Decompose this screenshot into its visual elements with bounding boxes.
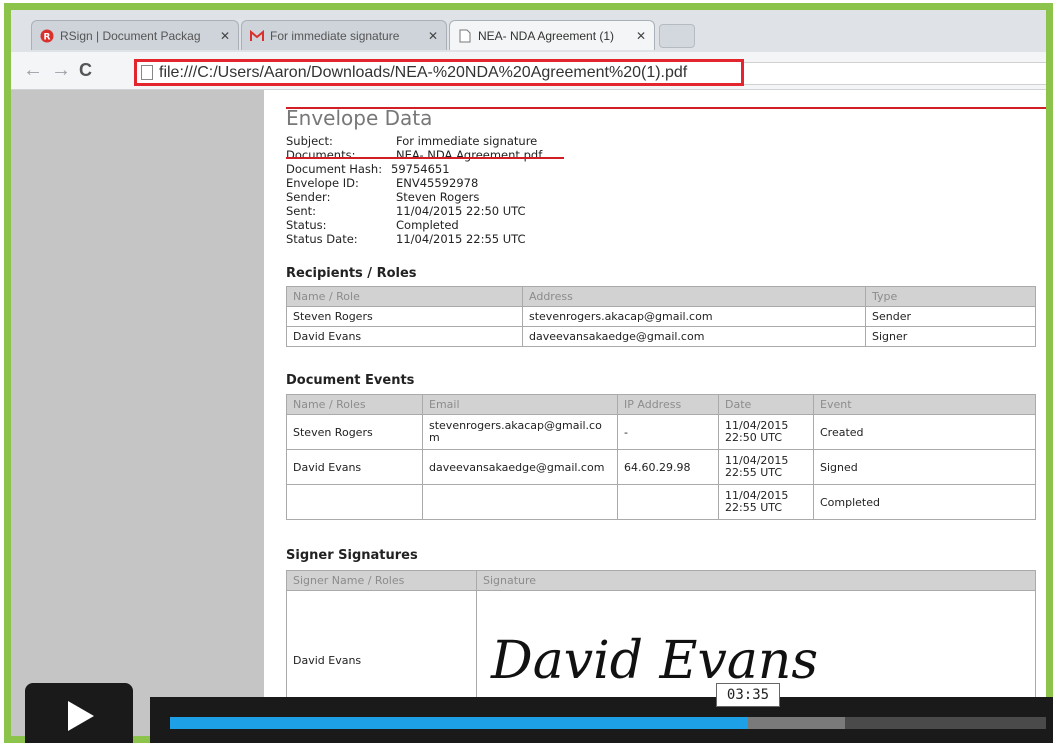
column-header: Type (865, 286, 1036, 307)
gmail-icon (250, 29, 264, 43)
close-icon[interactable]: ✕ (636, 29, 646, 43)
document-icon (458, 29, 472, 43)
table-cell: 11/04/2015 22:55 UTC (718, 484, 814, 520)
tab-pdf[interactable]: NEA- NDA Agreement (1) ✕ (449, 20, 655, 50)
column-header: Name / Roles (286, 394, 423, 415)
envelope-heading: Envelope Data (286, 106, 433, 130)
table-cell: David Evans (286, 449, 423, 485)
table-row: 11/04/2015 22:55 UTC Completed (286, 484, 1036, 520)
recipients-table: Name / Role Address Type Steven Rogers s… (286, 286, 1036, 347)
table-cell (422, 484, 618, 520)
column-header: Signature (476, 570, 1036, 591)
tab-rsign[interactable]: R RSign | Document Packag ✕ (31, 20, 239, 50)
column-header: Name / Role (286, 286, 523, 307)
table-cell: 11/04/2015 22:55 UTC (718, 449, 814, 485)
tab-strip: R RSign | Document Packag ✕ For immediat… (11, 10, 1046, 52)
svg-text:R: R (44, 32, 51, 42)
reload-icon[interactable]: C (79, 60, 92, 80)
signatures-heading: Signer Signatures (286, 548, 418, 563)
pdf-page[interactable]: Envelope Data Subject: For immediate sign… (264, 90, 1046, 736)
table-cell: Signer (865, 326, 1036, 347)
highlight-underline (286, 157, 564, 159)
table-cell: - (617, 414, 719, 450)
tab-gmail[interactable]: For immediate signature ✕ (241, 20, 447, 50)
table-cell: 64.60.29.98 (617, 449, 719, 485)
envelope-field: Sender: Steven Rogers (286, 190, 480, 204)
envelope-field: Subject: For immediate signature (286, 134, 538, 148)
table-cell: Sender (865, 306, 1036, 327)
table-cell (617, 484, 719, 520)
column-header: IP Address (617, 394, 719, 415)
forward-arrow-icon[interactable]: → (51, 60, 71, 80)
column-header: Event (813, 394, 1036, 415)
table-cell: 11/04/2015 22:50 UTC (718, 414, 814, 450)
url-text: file:///C:/Users/Aaron/Downloads/NEA-%20… (159, 63, 688, 81)
column-header: Email (422, 394, 618, 415)
address-bar-extension[interactable] (744, 62, 1046, 85)
table-cell: David Evans (286, 326, 523, 347)
back-arrow-icon[interactable]: ← (23, 60, 43, 80)
screenshot-frame: R RSign | Document Packag ✕ For immediat… (4, 3, 1053, 743)
table-header-row: Signer Name / Roles Signature (286, 570, 1036, 591)
play-button[interactable] (25, 683, 133, 743)
envelope-field: Document Hash: 59754651 (286, 162, 450, 176)
close-icon[interactable]: ✕ (220, 29, 230, 43)
table-row: Steven Rogers stevenrogers.akacap@gmail.… (286, 414, 1036, 450)
envelope-field: Envelope ID: ENV45592978 (286, 176, 479, 190)
events-heading: Document Events (286, 373, 415, 388)
new-tab-button[interactable] (659, 24, 695, 48)
tab-label: NEA- NDA Agreement (1) (478, 28, 615, 43)
envelope-field: Sent: 11/04/2015 22:50 UTC (286, 204, 526, 218)
time-tooltip: 03:35 (716, 683, 780, 707)
tab-label: RSign | Document Packag (60, 28, 201, 43)
tab-label: For immediate signature (270, 28, 400, 43)
table-cell: stevenrogers.akacap@gmail.co m (422, 414, 618, 450)
table-header-row: Name / Roles Email IP Address Date Event (286, 394, 1036, 415)
envelope-field: Documents: NEA- NDA Agreement.pdf (286, 148, 543, 162)
pdf-viewer-background (11, 90, 264, 736)
events-table: Name / Roles Email IP Address Date Event… (286, 394, 1036, 520)
table-cell: stevenrogers.akacap@gmail.com (522, 306, 866, 327)
column-header: Date (718, 394, 814, 415)
table-cell: daveevansakaedge@gmail.com (522, 326, 866, 347)
play-icon (68, 701, 94, 731)
page-icon (141, 65, 153, 80)
table-header-row: Name / Role Address Type (286, 286, 1036, 307)
table-row: Steven Rogers stevenrogers.akacap@gmail.… (286, 306, 1036, 327)
table-cell: Steven Rogers (286, 306, 523, 327)
table-cell: Created (813, 414, 1036, 450)
seek-progress (170, 717, 748, 729)
rsign-icon: R (40, 29, 54, 43)
table-cell: daveevansakaedge@gmail.com (422, 449, 618, 485)
envelope-field: Status Date: 11/04/2015 22:55 UTC (286, 232, 526, 246)
browser-toolbar: ← → C file:///C:/Users/Aaron/Downloads/N… (11, 52, 1046, 90)
table-cell: Steven Rogers (286, 414, 423, 450)
table-cell: Completed (813, 484, 1036, 520)
table-cell (286, 484, 423, 520)
table-cell: Signed (813, 449, 1036, 485)
column-header: Signer Name / Roles (286, 570, 477, 591)
table-row: David Evans daveevansakaedge@gmail.com 6… (286, 449, 1036, 485)
table-row: David Evans daveevansakaedge@gmail.com S… (286, 326, 1036, 347)
envelope-field: Status: Completed (286, 218, 459, 232)
recipients-heading: Recipients / Roles (286, 266, 417, 281)
close-icon[interactable]: ✕ (428, 29, 438, 43)
column-header: Address (522, 286, 866, 307)
address-bar[interactable]: file:///C:/Users/Aaron/Downloads/NEA-%20… (134, 59, 744, 86)
